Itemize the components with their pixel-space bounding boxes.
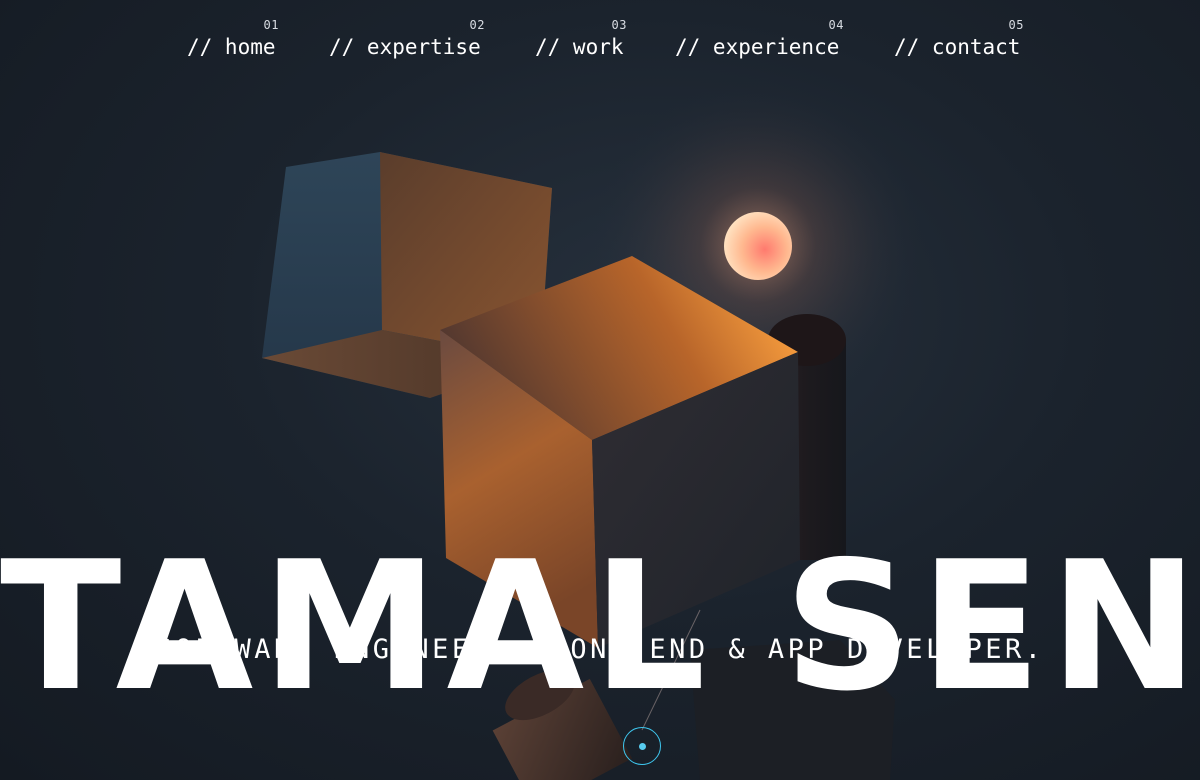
nav-item-work[interactable]: 03 // work <box>535 14 627 70</box>
main-navigation: 01 // home 02 // expertise 03 // work 04… <box>0 14 1200 74</box>
nav-label: // contact <box>894 35 1021 59</box>
nav-item-expertise[interactable]: 02 // expertise <box>329 14 485 70</box>
hero-tagline: SOFTWARE ENGINEER, FRONT END & APP DEVEL… <box>155 634 1045 665</box>
nav-number: 05 <box>1008 18 1024 32</box>
nav-item-home[interactable]: 01 // home <box>187 14 279 70</box>
nav-number: 04 <box>828 18 844 32</box>
nav-number: 02 <box>469 18 485 32</box>
nav-item-contact[interactable]: 05 // contact <box>894 14 1024 70</box>
nav-number: 01 <box>263 18 279 32</box>
scroll-down-button[interactable] <box>623 727 661 765</box>
nav-item-experience[interactable]: 04 // experience <box>675 14 844 70</box>
nav-label: // expertise <box>329 35 481 59</box>
hero-name: TAMAL SEN <box>0 523 1200 731</box>
scroll-down-icon <box>638 742 646 750</box>
nav-label: // experience <box>675 35 840 59</box>
nav-label: // home <box>187 35 276 59</box>
nav-number: 03 <box>611 18 627 32</box>
nav-label: // work <box>535 35 624 59</box>
hero-section: 01 // home 02 // expertise 03 // work 04… <box>0 0 1200 780</box>
